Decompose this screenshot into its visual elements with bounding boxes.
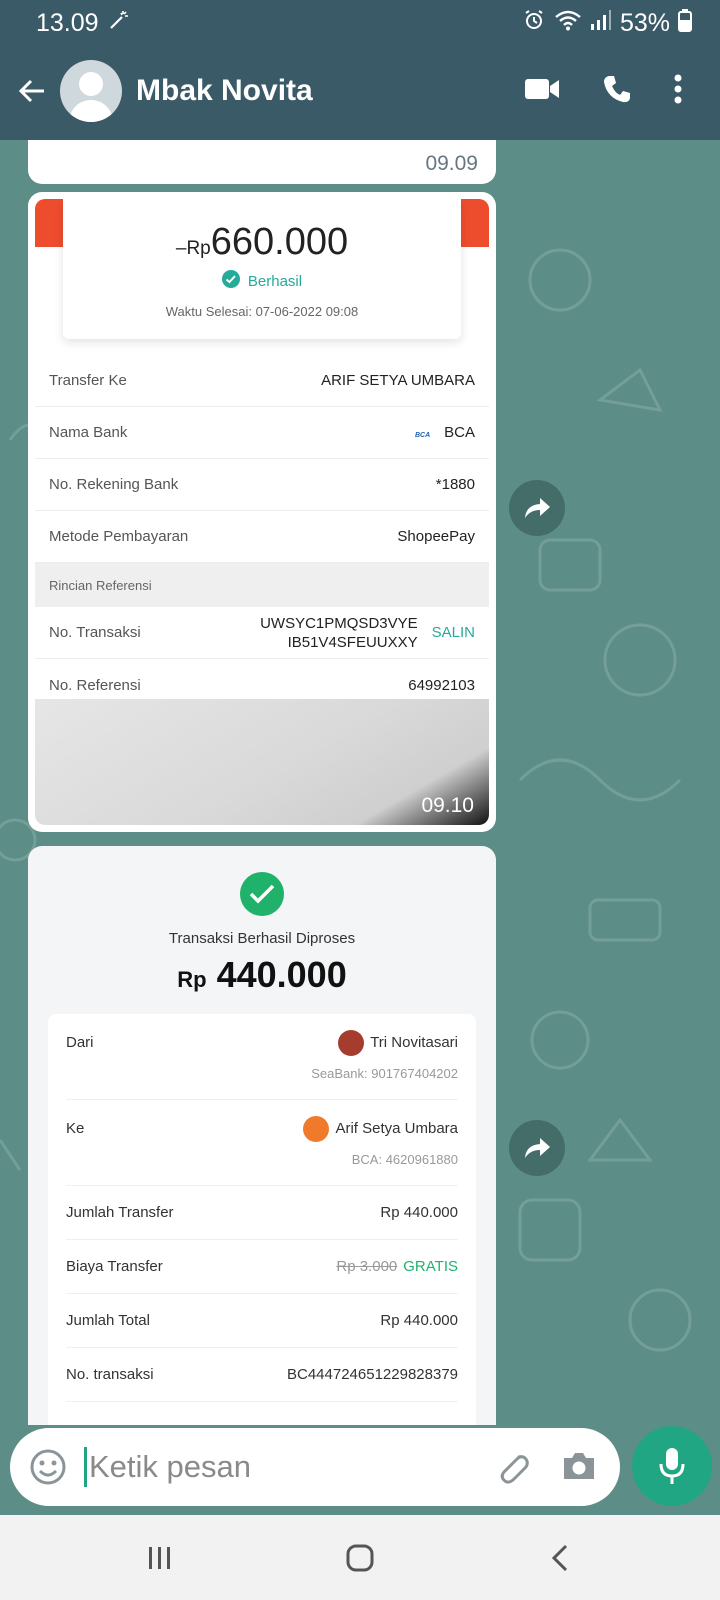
copy-link: SALIN <box>431 624 475 641</box>
from-row: Dari Tri Novitasari SeaBank: 90176740420… <box>66 1014 458 1100</box>
receipt-row: Metode Pembayaran ShopeePay <box>35 511 489 563</box>
receipt-row: Nama Bank BCA BCA <box>35 407 489 459</box>
success-check-icon <box>240 872 284 916</box>
alarm-icon <box>522 8 546 39</box>
forward-button[interactable] <box>509 480 565 536</box>
chat-area[interactable]: 09.09 –Rp 660.000 Berhasil Waktu Selesai… <box>0 140 720 1425</box>
success-title: Transaksi Berhasil Diproses <box>168 930 356 947</box>
more-options-icon[interactable] <box>674 74 682 109</box>
wifi-icon <box>554 8 582 39</box>
receipt-row: No. Rekening Bank *1880 <box>35 459 489 511</box>
message-time: 09.09 <box>425 152 478 175</box>
to-row: Ke Arif Setya Umbara BCA: 4620961880 <box>66 1100 458 1186</box>
image-message-shopeepay-receipt[interactable]: –Rp 660.000 Berhasil Waktu Selesai: 07-0… <box>28 192 496 832</box>
transaction-row: No. transaksi BC444724651229828379 <box>66 1348 458 1402</box>
back-arrow-icon[interactable] <box>12 71 52 111</box>
transaction-id-line1: UWSYC1PMQSD3VYE <box>260 614 418 632</box>
original-fee: Rp 3.000 <box>336 1258 398 1275</box>
battery-icon <box>678 8 692 39</box>
receipt-row: Transfer Ke ARIF SETYA UMBARA <box>35 355 489 407</box>
transfer-amount: Rp 440.000 <box>177 954 347 995</box>
bca-logo: BCA <box>414 432 431 439</box>
contact-name[interactable]: Mbak Novita <box>136 74 524 108</box>
microphone-icon <box>659 1448 685 1484</box>
reference-header: Rincian Referensi <box>35 563 489 607</box>
completed-time: Waktu Selesai: 07-06-2022 09:08 <box>165 304 359 319</box>
video-call-icon[interactable] <box>524 76 560 107</box>
amount-value: 660.000 <box>210 221 349 263</box>
status-text: Berhasil <box>247 272 303 290</box>
voice-message-button[interactable] <box>632 1426 712 1506</box>
check-circle-icon <box>221 270 240 292</box>
top-bar: 13.09 53% Mbak Novita <box>0 0 720 140</box>
receipt-image: –Rp 660.000 Berhasil Waktu Selesai: 07-0… <box>35 199 489 825</box>
forward-button[interactable] <box>509 1120 565 1176</box>
sender-name: Tri Novitasari <box>370 1033 458 1051</box>
message-composer <box>10 1428 620 1506</box>
amount-row: Jumlah Transfer Rp 440.000 <box>66 1186 458 1240</box>
transaction-id-line2: IB51V4SFEUUXXY <box>287 633 418 651</box>
user-icon <box>303 1116 330 1142</box>
sender-account: SeaBank: 901767404202 <box>311 1066 458 1081</box>
camera-icon[interactable] <box>560 1448 598 1489</box>
free-label: GRATIS <box>403 1258 458 1275</box>
system-navigation-bar <box>0 1515 720 1600</box>
recipient-name: Arif Setya Umbara <box>335 1119 458 1137</box>
magic-wand-icon <box>107 8 131 39</box>
message-input[interactable] <box>89 1449 449 1485</box>
battery-text: 53% <box>619 8 670 37</box>
emoji-icon[interactable] <box>28 1447 68 1487</box>
voice-call-icon[interactable] <box>602 74 632 109</box>
recipient-account: BCA: 4620961880 <box>351 1152 458 1167</box>
total-row: Jumlah Total Rp 440.000 <box>66 1294 458 1348</box>
status-time: 13.09 <box>36 8 99 37</box>
signal-icon <box>590 8 612 39</box>
avatar[interactable] <box>60 60 122 122</box>
chat-header: Mbak Novita <box>0 56 720 126</box>
message-bubble[interactable]: 09.09 <box>28 140 496 184</box>
image-message-seabank-receipt[interactable]: Transaksi Berhasil Diproses Rp 440.000 Da… <box>28 846 496 1425</box>
message-time: 09.10 <box>421 794 474 817</box>
amount-currency: –Rp <box>175 238 211 259</box>
recent-apps-icon[interactable] <box>130 1528 190 1588</box>
home-icon[interactable] <box>330 1528 390 1588</box>
transfer-details: Dari Tri Novitasari SeaBank: 90176740420… <box>48 1014 476 1425</box>
back-icon[interactable] <box>530 1528 590 1588</box>
fee-row: Biaya Transfer Rp 3.000 GRATIS <box>66 1240 458 1294</box>
attach-icon[interactable] <box>494 1448 532 1491</box>
amount-card: –Rp 660.000 Berhasil Waktu Selesai: 07-0… <box>63 199 461 339</box>
status-bar: 13.09 53% <box>36 8 692 38</box>
avatar <box>338 1030 365 1056</box>
receipt-row: No. Transaksi UWSYC1PMQSD3VYE IB51V4SFEU… <box>35 607 489 659</box>
